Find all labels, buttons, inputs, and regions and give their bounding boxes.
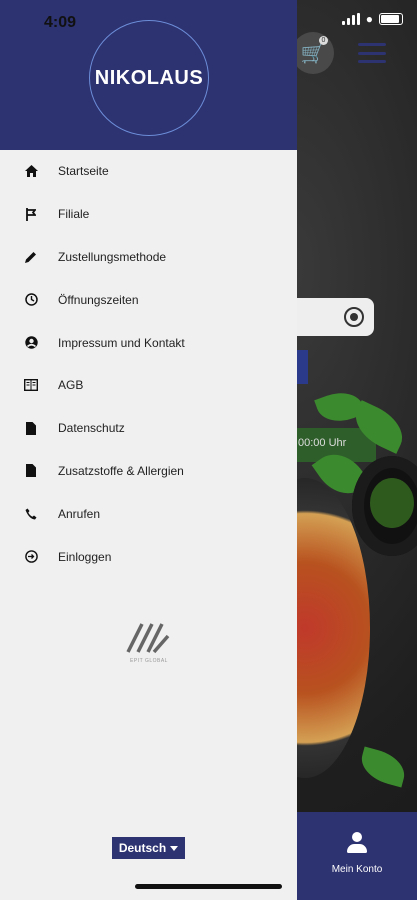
menu-item-filiale[interactable]: Filiale xyxy=(0,193,297,236)
account-circle-icon xyxy=(22,334,40,352)
menu-item-startseite[interactable]: Startseite xyxy=(0,150,297,193)
home-icon xyxy=(22,162,40,180)
menu-item-einloggen[interactable]: Einloggen xyxy=(0,535,297,578)
navigation-drawer: 4:09 NIKOLAUS Startseite Filiale Zustell… xyxy=(0,0,297,900)
menu-item-label: Öffnungszeiten xyxy=(58,292,139,307)
account-label: Mein Konto xyxy=(331,864,383,875)
menu-item-zustellungsmethode[interactable]: Zustellungsmethode xyxy=(0,236,297,279)
menu-line xyxy=(358,60,386,63)
person-icon xyxy=(346,832,368,854)
menu-item-label: Filiale xyxy=(58,207,90,222)
menu-item-label: Einloggen xyxy=(58,549,112,564)
menu-item-zusatzstoffe[interactable]: Zusatzstoffe & Allergien xyxy=(0,450,297,493)
document-icon xyxy=(22,462,40,480)
brand-logo: NIKOLAUS xyxy=(89,20,209,136)
language-select[interactable]: Deutsch xyxy=(112,837,185,859)
drawer-header: 4:09 NIKOLAUS xyxy=(0,0,297,150)
menu-item-label: Startseite xyxy=(58,164,109,179)
wifi-icon: ● xyxy=(365,12,373,26)
drawer-menu: Startseite Filiale Zustellungsmethode Öf… xyxy=(0,150,297,578)
menu-item-label: Zusatzstoffe & Allergien xyxy=(58,463,184,478)
signal-icon xyxy=(341,13,360,25)
home-indicator xyxy=(135,884,282,889)
login-icon xyxy=(22,548,40,566)
menu-item-impressum[interactable]: Impressum und Kontakt xyxy=(0,321,297,364)
basil-leaf xyxy=(356,746,410,788)
menu-item-label: Datenschutz xyxy=(58,421,125,436)
battery-icon xyxy=(379,13,403,25)
hamburger-menu-button[interactable] xyxy=(356,40,388,66)
menu-item-label: Impressum und Kontakt xyxy=(58,335,185,350)
book-icon xyxy=(22,376,40,394)
menu-item-label: Zustellungsmethode xyxy=(58,249,167,264)
menu-line xyxy=(358,51,386,55)
status-icons: ● xyxy=(341,12,403,26)
menu-item-anrufen[interactable]: Anrufen xyxy=(0,492,297,535)
language-selected-value: Deutsch xyxy=(118,841,167,855)
menu-item-label: Anrufen xyxy=(58,506,101,521)
opening-hours-text: 00:00 Uhr xyxy=(298,437,347,449)
status-time: 4:09 xyxy=(44,14,77,31)
menu-line xyxy=(358,43,386,46)
company-name: EPIT GLOBAL xyxy=(130,658,168,664)
pesto-bowl xyxy=(352,456,417,556)
menu-item-agb[interactable]: AGB xyxy=(0,364,297,407)
phone-icon xyxy=(22,505,40,523)
menu-item-oeffnungszeiten[interactable]: Öffnungszeiten xyxy=(0,278,297,321)
brand-name: NIKOLAUS xyxy=(94,66,204,89)
pencil-icon xyxy=(22,248,40,266)
menu-item-label: AGB xyxy=(58,378,84,393)
locate-icon[interactable] xyxy=(344,307,364,327)
my-account-button[interactable]: Mein Konto xyxy=(297,832,417,875)
cart-button[interactable]: 🛒 0 xyxy=(292,32,334,74)
branch-icon xyxy=(22,205,40,223)
clock-icon xyxy=(22,291,40,309)
cart-count-badge: 0 xyxy=(319,36,328,45)
document-icon xyxy=(22,419,40,437)
menu-item-datenschutz[interactable]: Datenschutz xyxy=(0,407,297,450)
caret-down-icon xyxy=(170,845,179,851)
